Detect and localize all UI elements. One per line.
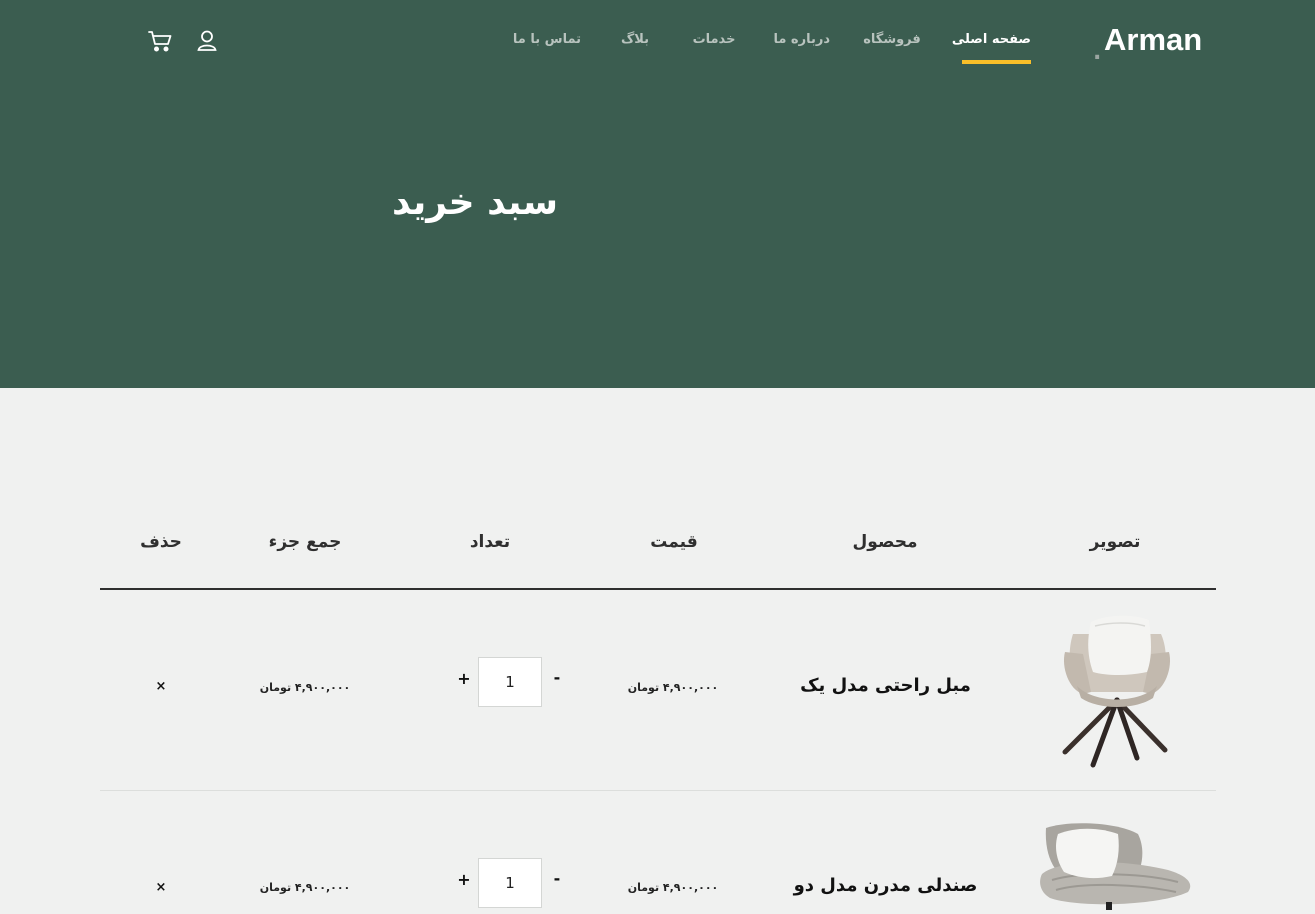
quantity-increase-button[interactable]: + xyxy=(456,670,472,688)
col-header-subtotal: جمع جزء xyxy=(268,532,342,552)
product-name[interactable]: صندلی مدرن مدل دو xyxy=(793,874,978,898)
quantity-input[interactable] xyxy=(478,858,542,908)
product-image-lounge-chair xyxy=(1038,820,1198,910)
nav-services[interactable]: خدمات xyxy=(690,30,738,52)
nav-active-indicator xyxy=(962,60,1031,64)
quantity-increase-button[interactable]: + xyxy=(456,871,472,889)
page-title: سبد خرید xyxy=(391,182,559,223)
nav-home[interactable]: صفحه اصلی xyxy=(952,30,1031,52)
col-header-image: تصویر xyxy=(1089,532,1141,552)
remove-item-button[interactable]: × xyxy=(153,679,169,695)
row-divider xyxy=(100,790,1216,791)
product-image-armchair xyxy=(1055,612,1180,770)
line-subtotal: ۴,۹۰۰,۰۰۰ تومان xyxy=(259,881,351,894)
remove-item-button[interactable]: × xyxy=(153,880,169,896)
product-price: ۴,۹۰۰,۰۰۰ تومان xyxy=(627,681,719,694)
logo-text: Arman xyxy=(1104,22,1203,57)
col-header-product: محصول xyxy=(852,532,918,552)
col-header-remove: حذف xyxy=(140,532,182,552)
user-icon[interactable] xyxy=(195,28,221,54)
nav-about[interactable]: درباره ما xyxy=(773,30,830,52)
nav-contact[interactable]: تماس با ما xyxy=(512,30,582,52)
col-header-price: قیمت xyxy=(650,532,698,552)
product-name[interactable]: مبل راحتی مدل یک xyxy=(793,674,978,698)
quantity-decrease-button[interactable]: - xyxy=(549,669,565,687)
logo-dot: . xyxy=(1093,40,1102,65)
product-price: ۴,۹۰۰,۰۰۰ تومان xyxy=(627,881,719,894)
cart-icon[interactable] xyxy=(147,28,173,54)
table-header-divider xyxy=(100,588,1216,590)
quantity-input[interactable] xyxy=(478,657,542,707)
nav-blog[interactable]: بلاگ xyxy=(616,30,654,52)
line-subtotal: ۴,۹۰۰,۰۰۰ تومان xyxy=(259,681,351,694)
quantity-decrease-button[interactable]: - xyxy=(549,870,565,888)
col-header-quantity: تعداد xyxy=(469,532,511,552)
nav-shop[interactable]: فروشگاه xyxy=(862,30,922,52)
brand-logo[interactable]: . Arman xyxy=(1093,20,1203,64)
